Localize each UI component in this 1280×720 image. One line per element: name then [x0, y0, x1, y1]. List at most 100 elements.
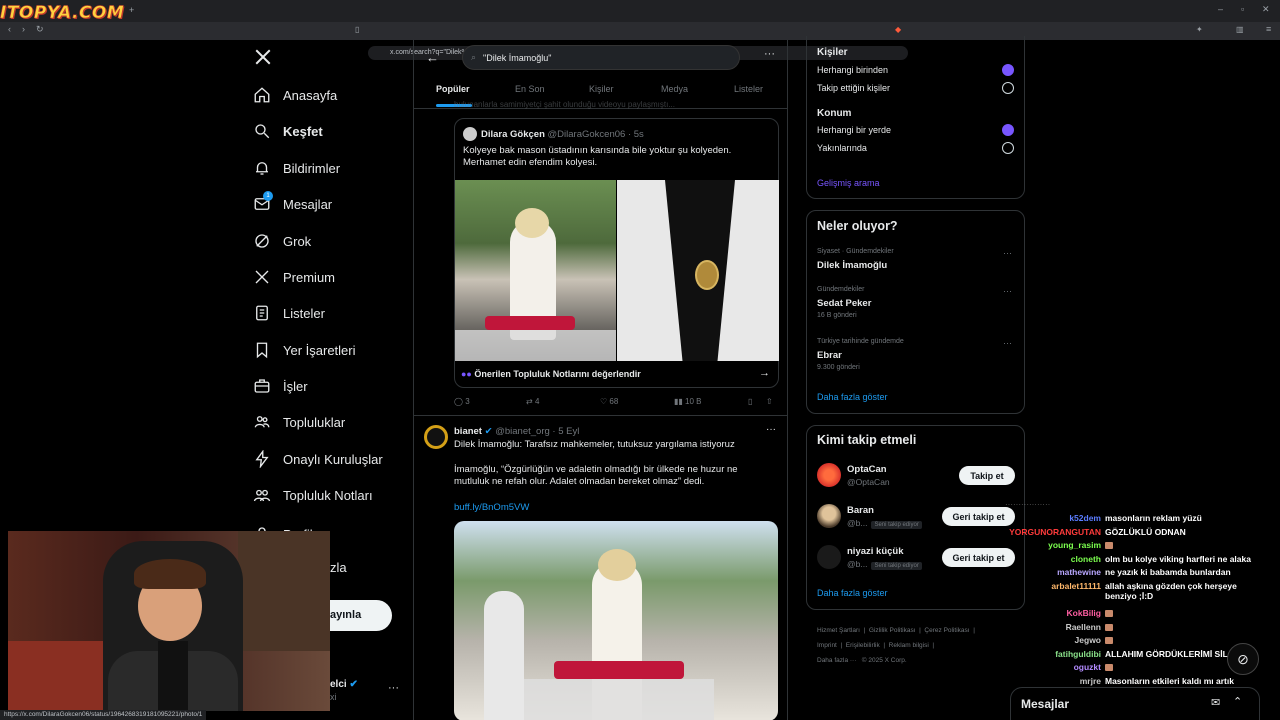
- footer-link[interactable]: Gizlilik Politikası: [869, 627, 916, 634]
- post-link[interactable]: buff.ly/BnOm5VW: [454, 502, 529, 514]
- filter-anywhere[interactable]: Herhangi bir yerde: [817, 125, 891, 135]
- nav-item-5[interactable]: Premium: [252, 263, 335, 291]
- like-button[interactable]: ♡ 68: [600, 397, 618, 406]
- footer-link[interactable]: Hizmet Şartları: [817, 627, 860, 634]
- radio-following[interactable]: [1002, 82, 1014, 94]
- avatar[interactable]: [817, 545, 841, 569]
- filter-following[interactable]: Takip ettiğin kişiler: [817, 83, 890, 93]
- quoted-tweet[interactable]: Dilara Gökçen @DilaraGokcen06 · 5s Kolye…: [454, 118, 779, 388]
- nav-item-3[interactable]: 1 Mesajlar: [252, 190, 332, 218]
- chat-username[interactable]: Raellenn: [1005, 622, 1105, 632]
- trend-more-icon[interactable]: ···: [1003, 338, 1012, 348]
- nav-item-11[interactable]: Topluluk Notları: [252, 481, 373, 509]
- chat-username[interactable]: cloneth: [1005, 554, 1105, 564]
- sidebar-icon[interactable]: ▥: [1236, 25, 1244, 34]
- tweet-photo-right[interactable]: [617, 180, 779, 361]
- who-to-follow-more-link[interactable]: Daha fazla göster: [817, 588, 888, 598]
- back-icon[interactable]: ‹: [8, 24, 11, 34]
- footer-link[interactable]: Çerez Politikası: [924, 627, 969, 634]
- nav-item-6[interactable]: Listeler: [252, 299, 325, 327]
- avatar[interactable]: [817, 463, 841, 487]
- post-photo[interactable]: [454, 521, 778, 720]
- trend-name[interactable]: Ebrar: [817, 350, 842, 361]
- trend-name[interactable]: Dilek İmamoğlu: [817, 260, 887, 271]
- bianet-avatar[interactable]: [424, 425, 448, 449]
- suggested-user-name[interactable]: Baran: [847, 505, 874, 516]
- chat-username[interactable]: arbalet11111: [1005, 581, 1105, 591]
- chat-username[interactable]: KokBilig: [1005, 608, 1105, 618]
- extensions-icon[interactable]: ✦: [1196, 25, 1203, 34]
- arrow-right-icon[interactable]: →: [759, 367, 770, 379]
- account-name[interactable]: elci ✔: [330, 679, 358, 690]
- menu-icon[interactable]: ≡: [1266, 24, 1271, 34]
- account-more-icon[interactable]: ···: [388, 682, 399, 694]
- nav-item-10[interactable]: Onaylı Kuruluşlar: [252, 445, 383, 473]
- nav-item-8[interactable]: İşler: [252, 372, 308, 400]
- forward-icon[interactable]: ›: [22, 24, 25, 34]
- radio-anywhere[interactable]: [1002, 124, 1014, 136]
- messages-drawer[interactable]: Mesajlar ✉ ⌃: [1010, 687, 1260, 720]
- views-button[interactable]: ▮▮ 10 B: [674, 397, 702, 406]
- bookmark-page-icon[interactable]: ▯: [355, 25, 359, 34]
- chat-username[interactable]: young_rasim: [1005, 540, 1105, 550]
- avatar[interactable]: [817, 504, 841, 528]
- x-logo-icon[interactable]: [254, 48, 272, 71]
- tab-popular[interactable]: Popüler: [436, 84, 470, 94]
- chat-username[interactable]: mathewine: [1005, 567, 1105, 577]
- footer-link[interactable]: Daha fazla ···: [817, 657, 856, 664]
- search-input[interactable]: ⌕ "Dilek İmamoğlu": [462, 45, 740, 70]
- post-more-icon[interactable]: ···: [766, 424, 776, 435]
- community-notes-prompt[interactable]: ●● Önerilen Topluluk Notlarını değerlend…: [461, 369, 641, 379]
- advanced-search-link[interactable]: Gelişmiş arama: [817, 178, 880, 188]
- compose-message-icon[interactable]: ✉: [1211, 696, 1220, 709]
- nav-item-7[interactable]: Yer İşaretleri: [252, 336, 356, 364]
- chat-username[interactable]: k52dem: [1005, 513, 1105, 523]
- tab-people[interactable]: Kişiler: [589, 84, 614, 94]
- bookmark-icon[interactable]: ▯: [748, 397, 752, 406]
- post-author-name[interactable]: bianet: [454, 426, 482, 437]
- back-arrow-icon[interactable]: ←: [426, 50, 439, 65]
- chat-username[interactable]: YORGUNORANGUTAN: [1005, 527, 1105, 537]
- radio-anyone[interactable]: [1002, 64, 1014, 76]
- trend-more-icon[interactable]: ···: [1003, 248, 1012, 258]
- nav-item-0[interactable]: Anasayfa: [252, 81, 337, 109]
- reply-button[interactable]: ◯ 3: [454, 397, 470, 406]
- maximize-icon[interactable]: ▫: [1241, 4, 1244, 14]
- pendant-icon: [695, 260, 719, 290]
- tab-media[interactable]: Medya: [661, 84, 688, 94]
- tweet-photo-left[interactable]: [455, 180, 616, 361]
- close-window-icon[interactable]: ✕: [1262, 4, 1270, 15]
- follow-button[interactable]: Takip et: [959, 466, 1015, 485]
- radio-nearby[interactable]: [1002, 142, 1014, 154]
- filter-anyone[interactable]: Herhangi birinden: [817, 65, 888, 75]
- nav-item-9[interactable]: Topluluklar: [252, 408, 345, 436]
- nav-item-4[interactable]: Grok: [252, 227, 311, 255]
- reload-icon[interactable]: ↻: [36, 24, 44, 35]
- chat-username[interactable]: mrjre: [1005, 676, 1105, 686]
- nav-item-1[interactable]: Keşfet: [252, 117, 323, 145]
- minimize-icon[interactable]: –: [1218, 4, 1223, 14]
- nav-more-partial[interactable]: zla: [330, 560, 347, 575]
- repost-button[interactable]: ⇄ 4: [526, 397, 539, 406]
- trends-more-link[interactable]: Daha fazla göster: [817, 392, 888, 402]
- chat-username[interactable]: fatihguldibi: [1005, 649, 1105, 659]
- trend-name[interactable]: Sedat Peker: [817, 298, 871, 309]
- new-tab-icon[interactable]: +: [129, 5, 134, 15]
- chat-username[interactable]: Jegwo: [1005, 635, 1105, 645]
- grok-float-icon[interactable]: ⊘: [1227, 643, 1259, 675]
- filter-nearby[interactable]: Yakınlarında: [817, 143, 867, 153]
- suggested-user-name[interactable]: niyazi küçük: [847, 546, 904, 557]
- footer-link[interactable]: Reklam bilgisi: [889, 642, 929, 649]
- trend-more-icon[interactable]: ···: [1003, 286, 1012, 296]
- share-icon[interactable]: ⇧: [766, 397, 773, 406]
- footer-link[interactable]: Imprint: [817, 642, 837, 649]
- tab-latest[interactable]: En Son: [515, 84, 545, 94]
- expand-icon[interactable]: ⌃: [1233, 695, 1242, 708]
- suggested-user-name[interactable]: OptaCan: [847, 464, 887, 475]
- nav-item-2[interactable]: Bildirimler: [252, 154, 340, 182]
- shield-icon[interactable]: ◆: [895, 25, 901, 34]
- tab-lists[interactable]: Listeler: [734, 84, 763, 94]
- search-more-icon[interactable]: ···: [764, 48, 775, 60]
- footer-link[interactable]: Erişilebilirlik: [846, 642, 880, 649]
- chat-username[interactable]: oguzkt: [1005, 662, 1105, 672]
